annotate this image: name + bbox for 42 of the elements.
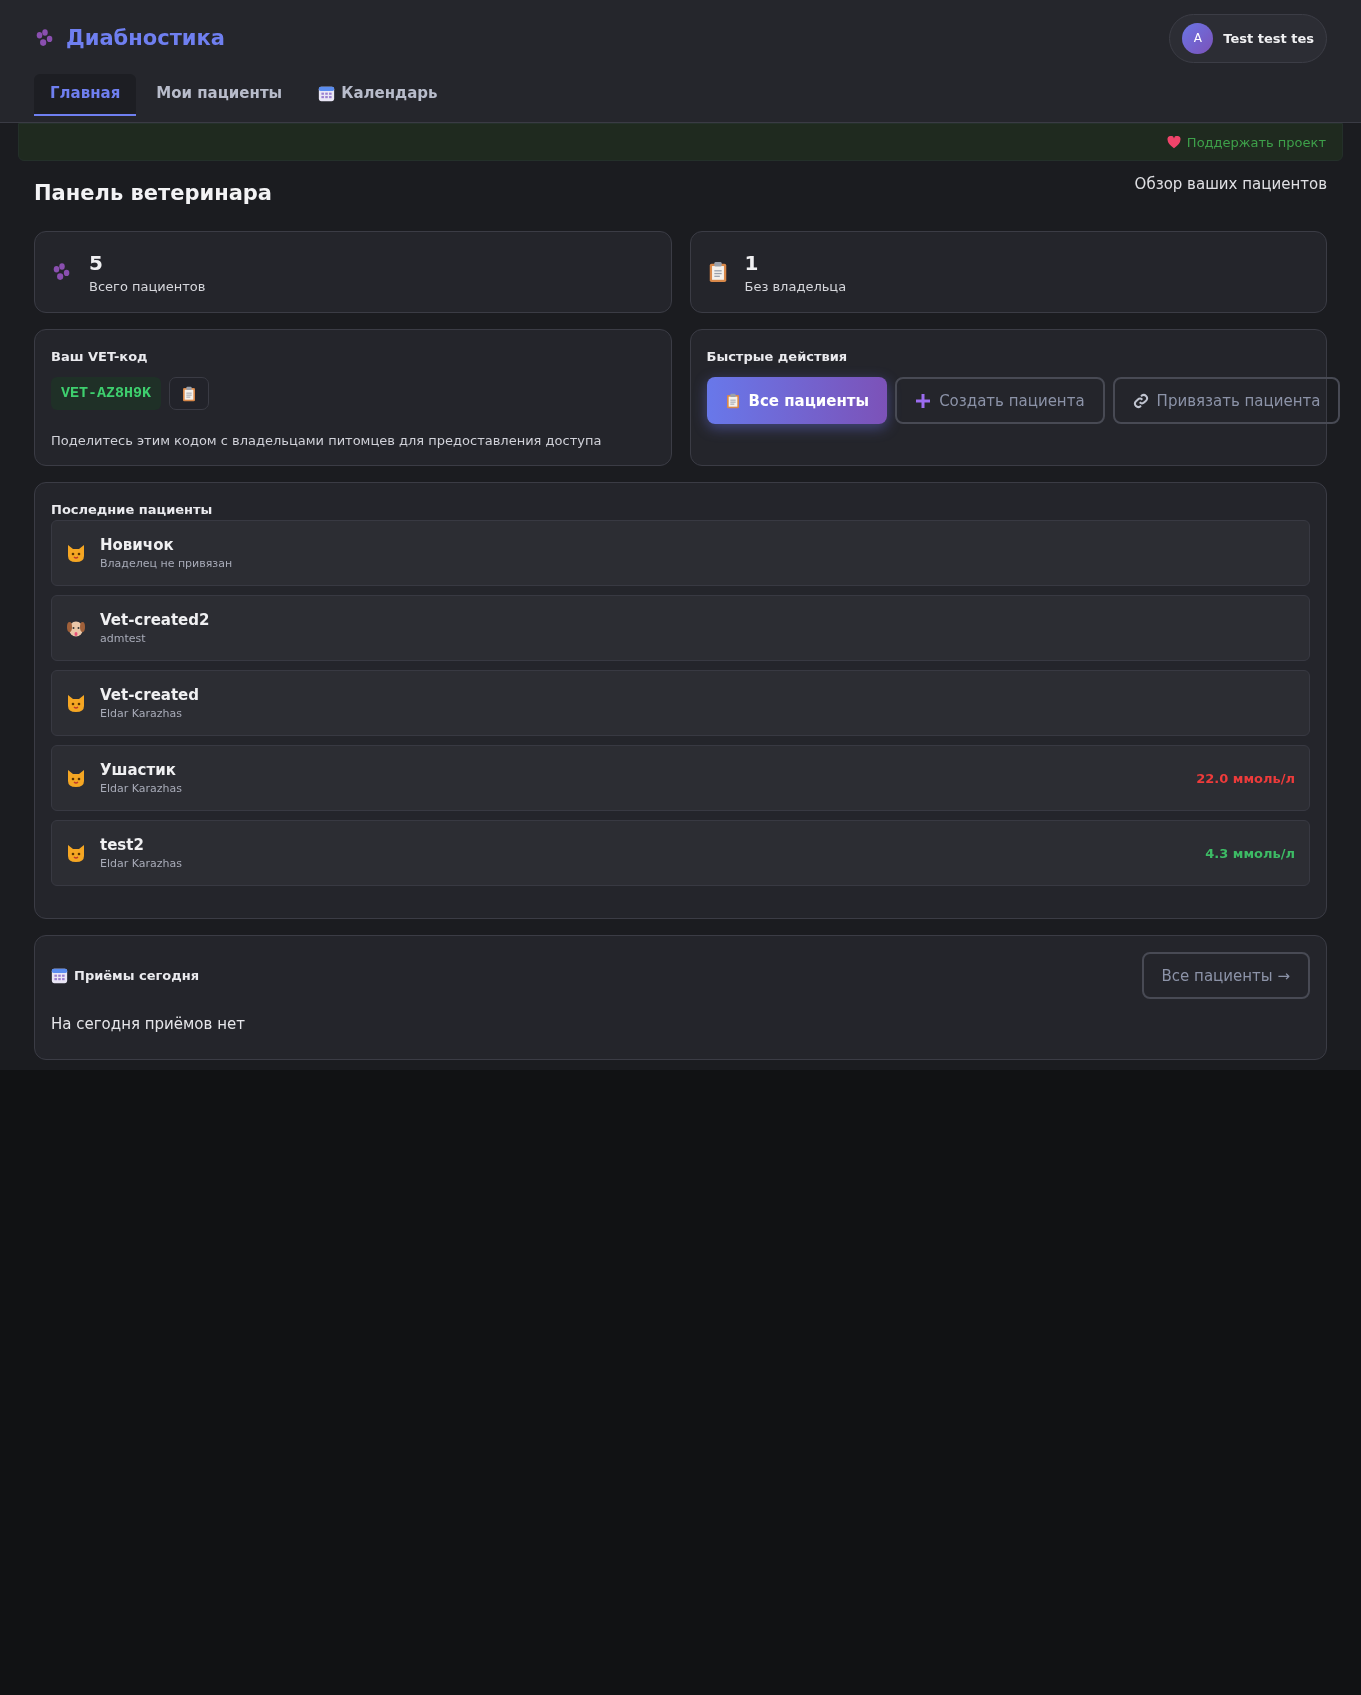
patient-name: Ушастик — [100, 761, 177, 779]
card-title: Приёмы сегодня — [74, 968, 200, 983]
app-logo[interactable]: Диабностика — [66, 26, 225, 50]
patient-row[interactable]: Новичок Владелец не привязан — [51, 520, 1310, 586]
page-subtitle: Обзор ваших пациентов — [1134, 175, 1327, 193]
patient-name: Новичок — [100, 536, 175, 554]
page-title: Панель ветеринара — [34, 181, 273, 205]
empty-message: На сегодня приёмов нет — [51, 1015, 246, 1033]
stat-value: 5 — [89, 250, 104, 275]
vet-code: VET-AZ8H9K — [51, 377, 161, 410]
vet-code-hint: Поделитесь этим кодом с владельцами питомцев для предоставления доступа — [51, 433, 602, 448]
stat-label: Без владельца — [744, 278, 847, 294]
user-name: Test test tes — [1223, 30, 1314, 46]
patient-owner: Eldar Karazhas — [100, 707, 183, 720]
patient-name: Vet-created2 — [100, 611, 211, 629]
glucose-reading: 22.0 ммоль/л — [1196, 770, 1295, 786]
patient-name: Vet-created — [100, 686, 201, 704]
nav-tab[interactable]: Главная — [34, 74, 137, 116]
action-button[interactable]: Все пациенты — [706, 377, 888, 424]
patient-row[interactable]: Vet-created Eldar Karazhas — [51, 670, 1310, 736]
user-menu[interactable]: A Test test tes — [1169, 13, 1327, 63]
glucose-reading: 4.3 ммоль/л — [1205, 845, 1295, 861]
user-avatar: A — [1182, 22, 1214, 54]
nav-tab[interactable]: Календарь — [302, 74, 454, 116]
patient-name: test2 — [100, 836, 145, 854]
action-button[interactable]: Создать пациента — [895, 377, 1105, 424]
card-title: Ваш VET-код — [51, 349, 148, 364]
action-button[interactable]: Привязать пациента — [1112, 377, 1341, 424]
patient-owner: Eldar Karazhas — [100, 782, 183, 795]
card-title: Последние пациенты — [51, 502, 213, 517]
patient-owner: Eldar Karazhas — [100, 857, 183, 870]
patient-row[interactable]: test2 Eldar Karazhas 4.3 ммоль/л — [51, 820, 1310, 886]
support-link[interactable]: Поддержать проект — [1186, 134, 1326, 150]
card-title: Быстрые действия — [706, 349, 848, 364]
all-patients-button[interactable]: Все пациенты → — [1141, 952, 1310, 999]
patient-row[interactable]: Ушастик Eldar Karazhas 22.0 ммоль/л — [51, 745, 1310, 811]
patient-row[interactable]: Vet-created2 admtest — [51, 595, 1310, 661]
stat-label: Всего пациентов — [89, 278, 206, 294]
patient-owner: Владелец не привязан — [100, 557, 234, 570]
patient-owner: admtest — [100, 632, 147, 645]
stat-value: 1 — [744, 250, 760, 275]
nav-tab[interactable]: Мои пациенты — [140, 74, 299, 116]
